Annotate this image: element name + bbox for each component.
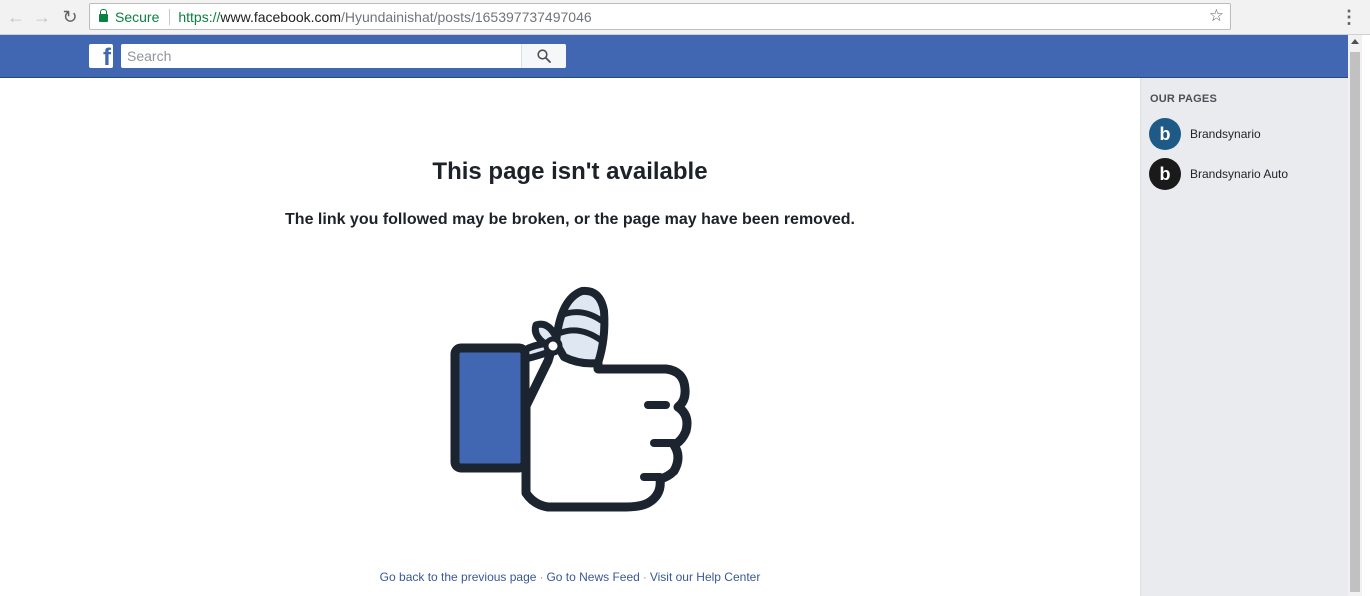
link-separator: · [539,570,544,584]
secure-label: Secure [115,8,160,25]
page-name: Brandsynario [1190,127,1261,141]
page-item-brandsynario[interactable]: b Brandsynario [1149,118,1339,150]
footer-links: Go back to the previous page · Go to News … [0,570,1140,584]
reload-button[interactable]: ↻ [59,6,81,28]
page-scrollbar[interactable] [1348,35,1362,596]
search-box [121,44,566,68]
browser-toolbar: ← → ↻ Secure https://www.facebook.com/Hy… [0,0,1370,35]
url-host: www.facebook.com [220,8,341,25]
our-pages-heading: OUR PAGES [1150,93,1217,105]
facebook-logo-letter: f [103,44,111,68]
scroll-up-arrow-icon[interactable] [1351,39,1359,44]
news-feed-link[interactable]: Go to News Feed [546,570,639,584]
browser-menu-icon[interactable]: ⋮ [1340,6,1358,28]
main-content: This page isn't available The link you f… [0,78,1140,596]
page-item-brandsynario-auto[interactable]: b Brandsynario Auto [1149,158,1339,190]
page-subtitle: The link you followed may be broken, or … [285,211,855,228]
page-name: Brandsynario Auto [1190,167,1289,181]
avatar: b [1149,158,1181,190]
facebook-header: f [0,35,1348,78]
search-button[interactable] [521,44,566,68]
avatar: b [1149,118,1181,150]
facebook-logo[interactable]: f [89,44,113,68]
go-back-link[interactable]: Go back to the previous page [380,570,537,584]
address-bar[interactable]: Secure https://www.facebook.com/Hyundain… [89,3,1231,30]
bookmark-star-icon[interactable]: ☆ [1209,6,1224,26]
help-center-link[interactable]: Visit our Help Center [650,570,761,584]
link-separator: · [642,570,647,584]
forward-button[interactable]: → [31,6,53,28]
back-arrow-icon: ← [7,6,25,27]
url-scheme: https:// [178,8,221,25]
right-sidebar: OUR PAGES b Brandsynario b Brandsynario … [1140,78,1348,596]
search-input[interactable] [121,44,521,68]
search-icon [537,49,551,63]
scroll-thumb[interactable] [1350,52,1360,592]
omnibox-separator [169,8,171,25]
broken-thumb-icon [450,286,692,512]
back-button[interactable]: ← [5,6,27,28]
page-title: This page isn't available [432,158,708,185]
forward-arrow-icon: → [33,6,51,27]
url-path: /Hyundainishat/posts/165397737497046 [341,8,592,25]
lock-icon [99,8,108,22]
reload-icon: ↻ [62,6,78,27]
